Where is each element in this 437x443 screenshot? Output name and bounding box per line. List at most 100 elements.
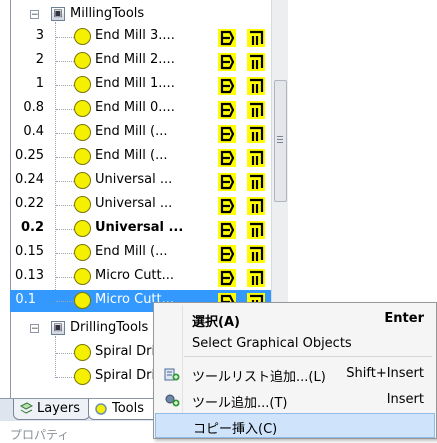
tool-name: End Mill 3.... (95, 28, 175, 43)
collapse-icon[interactable]: − (30, 324, 39, 334)
tool-group-icon: ▣ (51, 321, 65, 335)
tool-name: End Mill 0.... (95, 100, 175, 115)
tool-diameter: 0.22 (15, 196, 44, 211)
menu-item-select-graphical-objects[interactable]: Select Graphical Objects (154, 331, 436, 356)
tool-status-icon (74, 28, 91, 45)
tool-status-icon (74, 100, 91, 117)
tool-diameter: 0.13 (15, 268, 44, 283)
tree-item-tool[interactable]: End Mill 1.... 1 (0, 74, 270, 96)
tree-item-tool[interactable]: End Mill (... 0.4 (0, 122, 270, 144)
tool-diameter: 1 (35, 76, 44, 91)
menu-item-label: Select Graphical Objects (192, 336, 352, 351)
tool-status-icon (74, 268, 91, 285)
tool-holder-icon (247, 173, 265, 191)
tree-branch (56, 277, 74, 278)
tree-item-tool[interactable]: End Mill 3.... 3 (0, 26, 270, 48)
add-tool-list-icon (164, 368, 180, 381)
tree-branch (56, 229, 74, 230)
collapse-icon[interactable]: − (30, 10, 39, 20)
tool-name: Spiral Dri (95, 368, 156, 383)
tree-item-tool[interactable]: Universal ... 0.24 (0, 170, 270, 192)
tree-branch (56, 253, 74, 254)
tool-diameter: 3 (35, 28, 44, 43)
tree-item-tool[interactable]: End Mill 2.... 2 (0, 50, 270, 72)
tree-branch (56, 353, 74, 354)
tool-name: End Mill (... (95, 148, 168, 163)
tree-group-drilling-tools[interactable]: − ▣ DrillingTools (0, 318, 160, 340)
add-tool-icon (165, 394, 180, 407)
tool-type-icon (218, 173, 236, 191)
tree-branch (56, 109, 74, 110)
tool-diameter: 0.24 (15, 172, 44, 187)
menu-separator (184, 356, 432, 357)
tree-branch (56, 377, 74, 378)
tree-item-tool[interactable]: End Mill (... 0.15 (0, 242, 270, 264)
tool-status-icon (74, 124, 91, 141)
tab-layers-label: Layers (37, 401, 81, 416)
tool-status-icon (74, 368, 91, 385)
tool-status-icon (74, 196, 91, 213)
menu-item-label: ツール追加...(T) (192, 396, 288, 411)
tool-type-icon (218, 29, 236, 47)
tree-group-milling-tools[interactable]: − ▣ MillingTools (0, 4, 270, 26)
tool-diameter: 0.1 (15, 292, 36, 307)
tool-type-icon (218, 77, 236, 95)
tool-name: Micro Cutt... (95, 268, 175, 283)
tool-status-icon (74, 292, 91, 309)
tree-item-drill[interactable]: Spiral Dri (0, 366, 160, 388)
tool-status-icon (74, 76, 91, 93)
tool-name: Spiral Dri (95, 344, 156, 359)
tool-diameter: 0.25 (15, 148, 44, 163)
menu-item-label: 選択(A) (192, 315, 240, 330)
menu-item-select[interactable]: 選択(A) Enter (154, 306, 436, 331)
tool-status-icon (74, 172, 91, 189)
thumb-grip-icon (277, 136, 283, 137)
tool-type-icon (218, 197, 236, 215)
tool-name: End Mill 1.... (95, 76, 175, 91)
tool-name: Universal ... (95, 172, 173, 187)
menu-item-add-tool-list[interactable]: ツールリスト追加...(L) Shift+Insert (154, 361, 436, 386)
tree-item-tool[interactable]: Universal ... 0.22 (0, 194, 270, 216)
tool-holder-icon (247, 77, 265, 95)
tool-name: Universal ... (95, 196, 173, 211)
tab-tools-label: Tools (112, 401, 145, 416)
tool-type-icon (218, 149, 236, 167)
tool-status-icon (74, 244, 91, 261)
group-label-milling: MillingTools (70, 6, 145, 21)
tool-type-icon (218, 269, 236, 287)
tab-tools[interactable]: Tools (88, 399, 160, 420)
tool-status-icon (74, 148, 91, 165)
tool-holder-icon (247, 269, 265, 287)
tool-diameter: 0.15 (15, 244, 44, 259)
tool-status-icon (74, 220, 91, 237)
tool-diameter: 0.8 (23, 100, 44, 115)
menu-item-add-tool[interactable]: ツール追加...(T) Insert (154, 387, 436, 412)
tool-holder-icon (247, 53, 265, 71)
group-label-drilling: DrillingTools (70, 320, 149, 335)
tool-type-icon (218, 101, 236, 119)
tool-status-icon (74, 52, 91, 69)
tree-item-tool[interactable]: End Mill (... 0.25 (0, 146, 270, 168)
tree-branch (56, 205, 74, 206)
tool-name: End Mill (... (95, 244, 168, 259)
menu-item-shortcut: Enter (384, 311, 424, 326)
menu-item-shortcut: Insert (386, 392, 424, 407)
tree-item-tool[interactable]: End Mill 0.... 0.8 (0, 98, 270, 120)
tree-item-drill[interactable]: Spiral Dri (0, 342, 160, 364)
tool-holder-icon (247, 101, 265, 119)
tab-layers[interactable]: Layers (13, 399, 90, 420)
tree-branch (56, 85, 74, 86)
tool-holder-icon (247, 149, 265, 167)
menu-item-copy-insert[interactable]: コピー挿入(C) (155, 413, 435, 438)
scrollbar-thumb[interactable] (274, 80, 287, 202)
properties-panel-title: プロパティ (10, 428, 70, 442)
tree-branch (56, 133, 74, 134)
tool-type-icon (218, 245, 236, 263)
tree-item-tool[interactable]: Universal ... 0.2 (0, 218, 270, 240)
thumb-grip-icon (277, 142, 283, 143)
menu-item-shortcut: Shift+Insert (346, 366, 424, 381)
context-menu: 選択(A) Enter Select Graphical Objects ツール… (153, 302, 437, 439)
menu-item-label: ツールリスト追加...(L) (192, 370, 326, 385)
tree-item-tool[interactable]: Micro Cutt... 0.13 (0, 266, 270, 288)
tool-name: Universal ... (95, 220, 184, 235)
